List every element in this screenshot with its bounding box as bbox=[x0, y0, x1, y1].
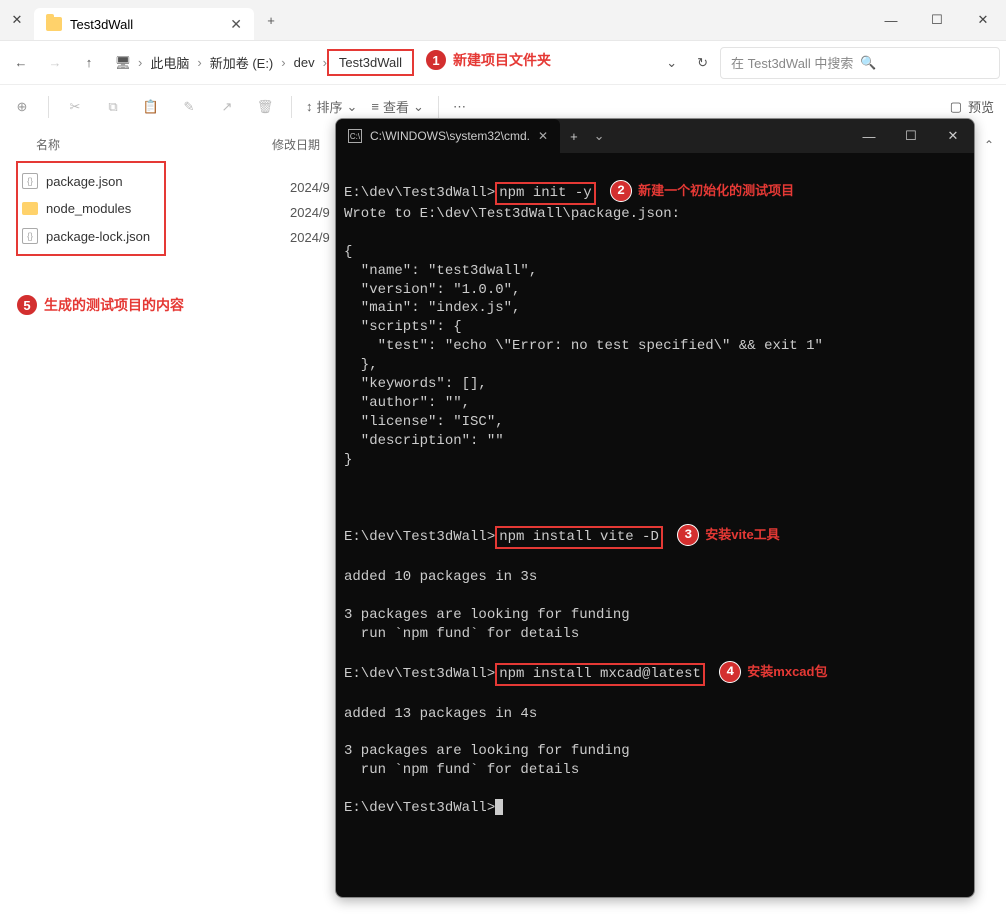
terminal-window: C:\ C:\WINDOWS\system32\cmd. ✕ + ⌄ — ☐ ✕… bbox=[335, 118, 975, 898]
cmd-icon: C:\ bbox=[348, 129, 362, 143]
new-tab-button[interactable]: + bbox=[254, 13, 288, 28]
terminal-titlebar: C:\ C:\WINDOWS\system32\cmd. ✕ + ⌄ — ☐ ✕ bbox=[336, 119, 974, 153]
maximize-button[interactable]: ☐ bbox=[890, 119, 932, 153]
breadcrumb[interactable]: 🖥 › 此电脑 › 新加卷 (E:) › dev › Test3dWall bbox=[108, 47, 654, 79]
new-icon[interactable]: ⊕ bbox=[10, 95, 34, 119]
chevron-down-icon[interactable]: ⌄ bbox=[588, 128, 611, 144]
maximize-button[interactable]: ☐ bbox=[914, 0, 960, 40]
chevron-up-icon[interactable]: ⌃ bbox=[984, 138, 994, 152]
explorer-tab[interactable]: Test3dWall ✕ bbox=[34, 8, 254, 40]
close-icon[interactable]: ✕ bbox=[0, 0, 34, 40]
folder-icon bbox=[22, 202, 38, 215]
column-modified[interactable]: 修改日期 bbox=[272, 136, 320, 153]
back-button[interactable]: ← bbox=[6, 48, 36, 78]
annotation-badge-2: 2 bbox=[610, 180, 632, 202]
annotation-text-2: 新建一个初始化的测试项目 bbox=[638, 182, 794, 200]
file-date: 2024/9 bbox=[290, 230, 330, 245]
annotation-text-5: 生成的测试项目的内容 bbox=[44, 295, 184, 315]
crumb-pc[interactable]: 此电脑 bbox=[142, 53, 197, 72]
file-group-highlight: {} package.json node_modules {} package-… bbox=[16, 161, 166, 256]
json-file-icon: {} bbox=[22, 173, 38, 189]
view-button[interactable]: ≡ 查看 ⌄ bbox=[371, 97, 424, 116]
annotation-badge-4: 4 bbox=[719, 661, 741, 683]
close-tab-icon[interactable]: ✕ bbox=[230, 16, 242, 33]
forward-button[interactable]: → bbox=[40, 48, 70, 78]
close-button[interactable]: ✕ bbox=[932, 119, 974, 153]
column-name[interactable]: 名称 bbox=[12, 136, 272, 153]
annotation-badge-5: 5 bbox=[16, 294, 38, 316]
terminal-output[interactable]: E:\dev\Test3dWall>npm init -y 2 新建一个初始化的… bbox=[336, 153, 974, 847]
crumb-folder[interactable]: Test3dWall bbox=[327, 49, 414, 76]
crumb-drive[interactable]: 新加卷 (E:) bbox=[202, 53, 282, 72]
command-2: npm install vite -D bbox=[495, 526, 663, 549]
cursor bbox=[495, 799, 503, 815]
minimize-button[interactable]: — bbox=[868, 0, 914, 40]
sort-button[interactable]: ↕ 排序 ⌄ bbox=[306, 97, 357, 116]
crumb-dev[interactable]: dev bbox=[286, 55, 323, 70]
annotation-text-1: 新建项目文件夹 bbox=[453, 50, 551, 70]
more-button[interactable]: ⋯ bbox=[453, 99, 466, 115]
annotation-badge-1: 1 bbox=[425, 49, 447, 71]
list-item[interactable]: node_modules bbox=[18, 195, 164, 222]
copy-icon[interactable]: ⧉ bbox=[101, 95, 125, 119]
delete-icon[interactable]: 🗑 bbox=[253, 95, 277, 119]
annotation-badge-3: 3 bbox=[677, 524, 699, 546]
refresh-icon[interactable]: ↻ bbox=[689, 55, 716, 71]
minimize-button[interactable]: — bbox=[848, 119, 890, 153]
list-item[interactable]: {} package.json bbox=[18, 167, 164, 195]
new-terminal-tab-button[interactable]: + bbox=[560, 129, 588, 144]
search-input[interactable]: 在 Test3dWall 中搜索 🔍 bbox=[720, 47, 1000, 79]
chevron-down-icon[interactable]: ⌄ bbox=[658, 55, 685, 71]
pc-icon[interactable]: 🖥 bbox=[108, 48, 138, 78]
explorer-titlebar: ✕ Test3dWall ✕ + — ☐ ✕ bbox=[0, 0, 1006, 40]
share-icon[interactable]: ↗ bbox=[215, 95, 239, 119]
folder-icon bbox=[46, 17, 62, 31]
file-date: 2024/9 bbox=[290, 205, 330, 220]
file-date: 2024/9 bbox=[290, 180, 330, 195]
up-button[interactable]: ↑ bbox=[74, 48, 104, 78]
command-1: npm init -y bbox=[495, 182, 595, 205]
paste-icon[interactable]: 📋 bbox=[139, 95, 163, 119]
tab-title: Test3dWall bbox=[70, 17, 222, 32]
annotation-text-4: 安装mxcad包 bbox=[747, 663, 827, 681]
terminal-tab[interactable]: C:\ C:\WINDOWS\system32\cmd. ✕ bbox=[336, 119, 560, 153]
close-tab-icon[interactable]: ✕ bbox=[538, 129, 548, 143]
terminal-title: C:\WINDOWS\system32\cmd. bbox=[370, 129, 530, 143]
cut-icon[interactable]: ✂ bbox=[63, 95, 87, 119]
json-file-icon: {} bbox=[22, 228, 38, 244]
close-button[interactable]: ✕ bbox=[960, 0, 1006, 40]
search-placeholder: 在 Test3dWall 中搜索 bbox=[731, 53, 860, 72]
command-3: npm install mxcad@latest bbox=[495, 663, 705, 686]
annotation-text-3: 安装vite工具 bbox=[705, 526, 779, 544]
search-icon: 🔍 bbox=[860, 55, 989, 71]
list-item[interactable]: {} package-lock.json bbox=[18, 222, 164, 250]
rename-icon[interactable]: ✎ bbox=[177, 95, 201, 119]
preview-button[interactable]: ▢ 预览 bbox=[950, 97, 994, 116]
